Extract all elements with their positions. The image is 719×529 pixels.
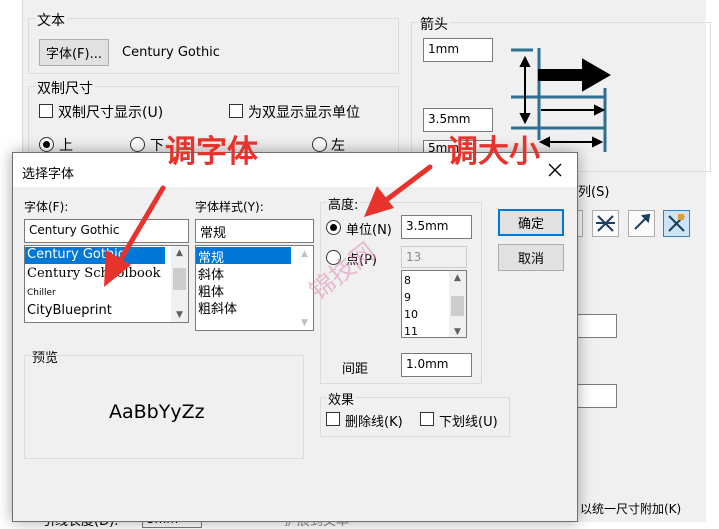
- annotation-arrows: [104, 164, 433, 287]
